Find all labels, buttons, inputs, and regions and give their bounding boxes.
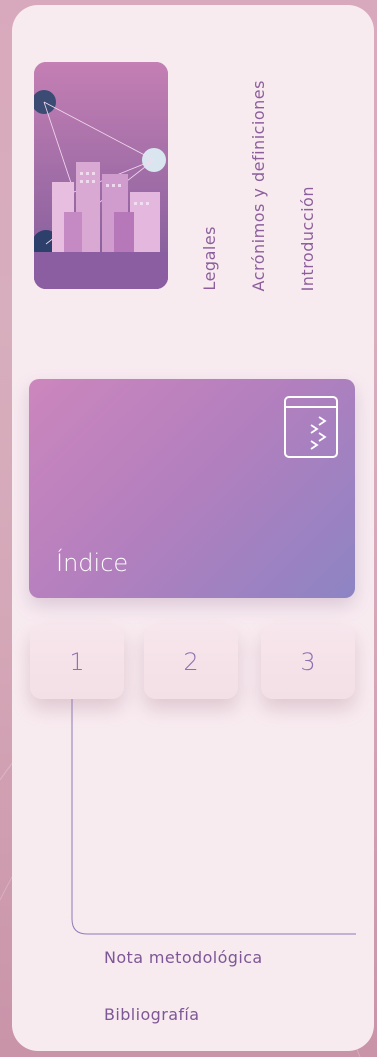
nav-link-introduccion[interactable]: Introducción <box>298 186 317 291</box>
nav-link-acronimos[interactable]: Acrónimos y definiciones <box>249 80 268 291</box>
chapter-2-button[interactable]: 2 <box>144 625 238 699</box>
chapter-tree-connector <box>71 699 356 935</box>
navigation-panel: Legales Acrónimos y definiciones Introdu… <box>12 5 374 1051</box>
cover-image <box>34 62 168 289</box>
chapter-3-button[interactable]: 3 <box>261 625 355 699</box>
nav-link-bibliografia[interactable]: Bibliografía <box>104 1005 199 1024</box>
chapter-1-button[interactable]: 1 <box>30 625 124 699</box>
index-title: Índice <box>56 549 129 577</box>
index-card[interactable]: Índice <box>29 379 355 598</box>
nav-link-nota-metodologica[interactable]: Nota metodológica <box>104 948 263 967</box>
collapse-panel-icon[interactable] <box>283 395 339 459</box>
city-network-illustration <box>34 62 168 289</box>
nav-link-legales[interactable]: Legales <box>200 226 219 291</box>
